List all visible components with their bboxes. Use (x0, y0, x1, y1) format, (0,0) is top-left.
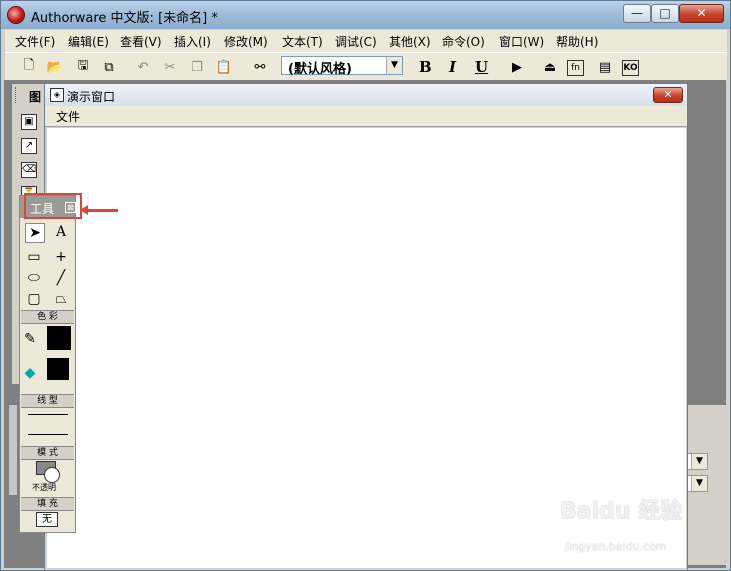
rounded-rect-tool-icon[interactable]: ▢ (25, 290, 43, 308)
line-section-label: 线 型 (21, 394, 74, 408)
text-style-value: (默认风格) (288, 62, 352, 77)
menu-command[interactable]: 命令(O) (442, 33, 485, 50)
watermark-text: Baidu 经验 (560, 499, 683, 524)
text-tool-icon[interactable]: A (52, 223, 70, 241)
icon-palette-header: 图 (29, 90, 42, 104)
polygon-tool-icon[interactable]: ⏢ (52, 290, 70, 308)
menu-other[interactable]: 其他(X) (389, 33, 431, 50)
menu-file[interactable]: 文件(F) (15, 33, 55, 50)
knowledge-objects-button[interactable]: KO (622, 60, 639, 76)
foreground-color-swatch[interactable] (47, 358, 69, 380)
menu-insert[interactable]: 插入(I) (174, 33, 211, 50)
line-style-thick[interactable] (28, 434, 68, 435)
control-panel-icon[interactable]: ⏏ (540, 57, 560, 77)
highlight-annotation-box (24, 193, 82, 219)
panel-grip[interactable] (9, 405, 17, 495)
presentation-menu-bar: 文件 (45, 106, 687, 127)
restart-icon[interactable]: ▶ (507, 57, 527, 77)
fill-value[interactable]: 无 (36, 512, 58, 527)
motion-icon[interactable]: ↗ (21, 138, 37, 154)
line-tool-icon[interactable]: ╱ (52, 269, 70, 287)
chevron-down-icon[interactable]: ▼ (386, 57, 402, 74)
functions-button[interactable]: fn (567, 60, 584, 76)
menu-view[interactable]: 查看(V) (120, 33, 162, 50)
menu-text[interactable]: 文本(T) (282, 33, 323, 50)
open-folder-icon[interactable]: 📂 (45, 57, 65, 77)
title-bar[interactable]: Authorware 中文版: [未命名] * — □ ✕ (1, 1, 730, 29)
color-section-label: 色 彩 (21, 310, 74, 324)
text-style-select[interactable]: (默认风格) ▼ (281, 56, 403, 77)
close-button[interactable]: ✕ (679, 4, 724, 23)
tools-panel: 工具 ⊠ ➤ A ▭ + ⬭ ╱ ▢ ⏢ 色 彩 ✎ ◆ 线 型 模 式 不透明… (19, 195, 76, 533)
mode-section-label: 模 式 (21, 446, 74, 460)
presentation-title: 演示窗口 (67, 90, 116, 104)
palette-grip[interactable] (15, 87, 20, 103)
menu-debug[interactable]: 调试(C) (335, 33, 377, 50)
window-title: Authorware 中文版: [未命名] * (31, 11, 218, 26)
pointer-tool-icon[interactable]: ➤ (25, 223, 45, 243)
chevron-down-icon[interactable]: ▼ (691, 476, 707, 491)
minimize-button[interactable]: — (623, 4, 651, 23)
find-icon[interactable]: ⚯ (250, 57, 270, 77)
line-style-thin[interactable] (28, 414, 68, 415)
menu-bar: 文件(F) 编辑(E) 查看(V) 插入(I) 修改(M) 文本(T) 调试(C… (5, 30, 727, 52)
cross-tool-icon[interactable]: + (52, 248, 70, 266)
display-icon[interactable]: ▣ (21, 114, 37, 130)
right-dropdown-1[interactable]: ▼ (686, 453, 708, 470)
bold-button[interactable]: B (419, 58, 432, 76)
text-color-swatch[interactable] (47, 326, 71, 350)
undo-icon[interactable]: ↶ (133, 57, 153, 77)
menu-modify[interactable]: 修改(M) (224, 33, 268, 50)
erase-icon[interactable]: ⌫ (21, 162, 37, 178)
menu-help[interactable]: 帮助(H) (556, 33, 598, 50)
italic-button[interactable]: I (449, 58, 456, 76)
presentation-menu-file[interactable]: 文件 (56, 108, 80, 125)
copy-icon[interactable]: ❐ (187, 57, 207, 77)
import-icon[interactable]: ⧉ (99, 57, 119, 77)
main-toolbar: 🗋 📂 🖫 ⧉ ↶ ✂ ❐ 📋 ⚯ (默认风格) ▼ B I U ▶ ⏏ fn … (5, 52, 727, 81)
menu-window[interactable]: 窗口(W) (499, 33, 544, 50)
rectangle-tool-icon[interactable]: ▭ (25, 248, 43, 266)
watermark-url: jingyan.baidu.com (565, 540, 667, 553)
ellipse-tool-icon[interactable]: ⬭ (25, 269, 43, 287)
menu-edit[interactable]: 编辑(E) (68, 33, 109, 50)
maximize-button[interactable]: □ (651, 4, 679, 23)
variables-icon[interactable]: ▤ (595, 57, 615, 77)
authorware-logo-icon (8, 7, 24, 23)
mode-circle-icon[interactable] (44, 467, 60, 483)
paste-icon[interactable]: 📋 (214, 57, 234, 77)
annotation-arrow-icon (80, 205, 118, 215)
underline-button[interactable]: U (475, 58, 488, 76)
presentation-title-bar[interactable]: ◈ 演示窗口 ✕ (45, 84, 687, 106)
mode-value[interactable]: 不透明 (32, 482, 56, 493)
pencil-color-icon[interactable]: ✎ (21, 330, 39, 348)
fill-bucket-icon[interactable]: ◆ (21, 364, 39, 382)
fill-section-label: 填 充 (21, 497, 74, 511)
new-file-icon[interactable]: 🗋 (19, 57, 39, 77)
presentation-window-icon: ◈ (50, 88, 64, 102)
presentation-close-button[interactable]: ✕ (653, 87, 683, 103)
chevron-down-icon[interactable]: ▼ (691, 454, 707, 469)
cut-icon[interactable]: ✂ (160, 57, 180, 77)
right-dropdown-2[interactable]: ▼ (686, 475, 708, 492)
save-all-icon[interactable]: 🖫 (73, 57, 93, 77)
